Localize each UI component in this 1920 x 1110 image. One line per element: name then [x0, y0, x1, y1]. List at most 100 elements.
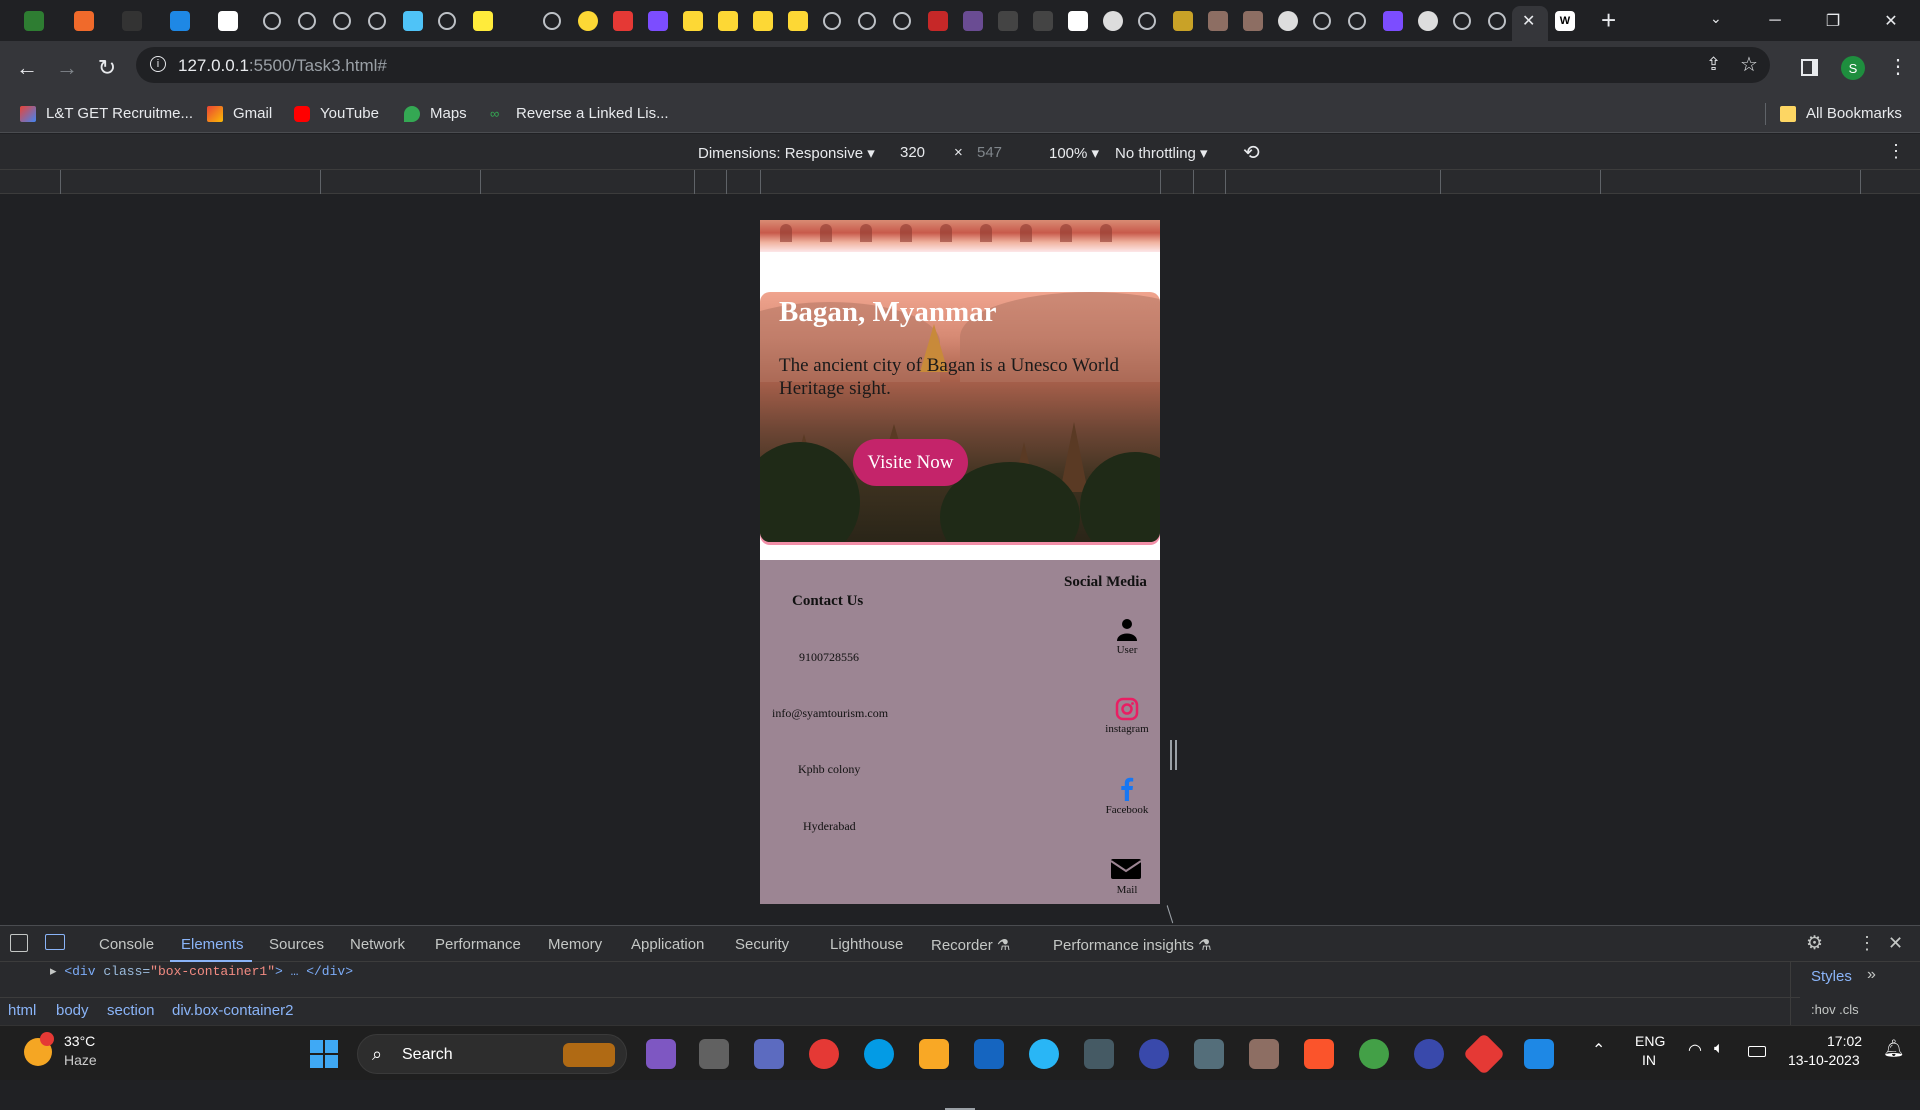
share-icon[interactable]: ⇪ [1706, 54, 1721, 75]
tab-performance-insights[interactable]: Performance insights ⚗ [1053, 936, 1212, 954]
tab-favicon-github[interactable] [1418, 11, 1438, 31]
tab-favicon-smiley[interactable] [578, 11, 598, 31]
tab-favicon-globe[interactable] [368, 12, 386, 30]
tab-favicon-myntra[interactable] [613, 11, 633, 31]
tab-network[interactable]: Network [350, 936, 405, 953]
tab-performance[interactable]: Performance [435, 936, 521, 953]
visit-now-button[interactable]: Visite Now [853, 439, 968, 486]
tab-favicon-globe[interactable] [298, 12, 316, 30]
tab-favicon-b[interactable] [1383, 11, 1403, 31]
side-panel-icon[interactable] [1801, 59, 1818, 76]
tab-favicon-globe[interactable] [333, 12, 351, 30]
tab-favicon-maps[interactable] [403, 11, 423, 31]
vscode-icon[interactable] [1524, 1039, 1554, 1069]
active-tab[interactable]: ✕ [1512, 6, 1548, 41]
tab-favicon-yellow[interactable] [473, 11, 493, 31]
eclipse-icon[interactable] [1139, 1039, 1169, 1069]
tab-favicon-github[interactable] [1278, 11, 1298, 31]
tab-favicon-flipkart[interactable] [718, 11, 738, 31]
tab-recorder[interactable]: Recorder ⚗ [931, 936, 1010, 954]
bookmark-star-icon[interactable]: ☆ [1740, 52, 1758, 77]
file-explorer-icon[interactable] [919, 1039, 949, 1069]
forward-icon[interactable]: → [50, 51, 84, 85]
tab-security[interactable]: Security [735, 936, 789, 953]
rotate-icon[interactable]: ⟲ [1243, 140, 1260, 165]
tab-application[interactable]: Application [631, 936, 704, 953]
devtools-close-icon[interactable]: ✕ [1888, 933, 1903, 954]
tab-favicon-msc[interactable] [998, 11, 1018, 31]
start-button[interactable] [310, 1040, 338, 1068]
tab-favicon-adobe[interactable] [928, 11, 948, 31]
tab-favicon-globe[interactable] [893, 12, 911, 30]
resize-handle-right[interactable] [1170, 740, 1172, 770]
app-icon-blue[interactable] [1194, 1039, 1224, 1069]
edge-icon[interactable] [864, 1039, 894, 1069]
tab-favicon-globe[interactable] [438, 12, 456, 30]
breadcrumb-div[interactable]: div.box-container2 [172, 1002, 293, 1019]
help-icon[interactable] [1029, 1039, 1059, 1069]
show-hidden-icons-chevron[interactable]: ⌃ [1592, 1040, 1605, 1060]
tab-favicon-flipkart[interactable] [788, 11, 808, 31]
tab-favicon-leetcode[interactable] [24, 11, 44, 31]
tab-favicon-flipkart[interactable] [753, 11, 773, 31]
app-icon-copilot[interactable] [646, 1039, 676, 1069]
tab-favicon-dark[interactable] [122, 11, 142, 31]
region-code[interactable]: IN [1642, 1052, 1656, 1068]
tab-favicon-github[interactable] [1103, 11, 1123, 31]
notifications-icon[interactable]: 🔔︎ [1883, 1039, 1905, 1059]
tab-favicon-brown[interactable] [1243, 11, 1263, 31]
tab-favicon-globe[interactable] [1488, 12, 1506, 30]
eclipse-icon[interactable] [1414, 1039, 1444, 1069]
tab-favicon-dl[interactable] [1068, 11, 1088, 31]
back-icon[interactable]: ← [10, 51, 44, 85]
instagram-icon[interactable] [1115, 697, 1139, 721]
clock-time[interactable]: 17:02 [1827, 1033, 1862, 1049]
tab-lighthouse[interactable]: Lighthouse [830, 936, 903, 953]
site-info-icon[interactable]: i [150, 56, 166, 72]
resize-corner-icon[interactable]: ╱ [1161, 906, 1179, 924]
spring-icon[interactable] [1359, 1039, 1389, 1069]
tab-favicon-colorlib[interactable] [963, 11, 983, 31]
app-icon-archive[interactable] [1249, 1039, 1279, 1069]
mail-icon[interactable] [1110, 857, 1142, 881]
device-toggle-icon[interactable] [45, 934, 65, 950]
settings-gear-icon[interactable]: ⚙ [1806, 932, 1823, 955]
tab-favicon-globe[interactable] [823, 12, 841, 30]
minimize-icon[interactable]: ─ [1752, 6, 1798, 36]
more-tabs-icon[interactable]: » [1867, 966, 1876, 984]
new-tab-icon[interactable]: + [1601, 5, 1616, 36]
myhp-icon[interactable] [974, 1039, 1004, 1069]
tab-favicon-ae[interactable] [1173, 11, 1193, 31]
breadcrumb-section[interactable]: section [107, 1002, 155, 1019]
close-window-icon[interactable]: ✕ [1868, 6, 1914, 36]
inspect-element-icon[interactable] [10, 934, 28, 952]
git-icon[interactable] [1462, 1032, 1506, 1076]
tab-favicon-globe[interactable] [263, 12, 281, 30]
facebook-icon[interactable] [1115, 777, 1139, 801]
tab-console[interactable]: Console [99, 936, 154, 953]
tab-favicon-edit[interactable] [74, 11, 94, 31]
tab-favicon-brown[interactable] [1208, 11, 1228, 31]
tab-elements[interactable]: Elements [181, 936, 244, 953]
restore-icon[interactable]: ❐ [1810, 6, 1856, 36]
task-view-icon[interactable] [699, 1039, 729, 1069]
styles-filter[interactable]: :hov .cls [1811, 1002, 1859, 1017]
address-bar[interactable]: i 127.0.0.1:5500/Task3.html# ⇪ ☆ [136, 47, 1770, 83]
device-more-icon[interactable]: ⋮ [1887, 141, 1905, 162]
brave-icon[interactable] [1304, 1039, 1334, 1069]
height-input[interactable]: 547 [977, 144, 1002, 161]
tab-favicon-b[interactable] [648, 11, 668, 31]
all-bookmarks[interactable]: All Bookmarks [1780, 105, 1902, 122]
battery-icon[interactable] [1748, 1046, 1766, 1057]
zoom-select[interactable]: 100% ▾ [1049, 144, 1099, 162]
styles-tab[interactable]: Styles [1811, 968, 1852, 985]
dom-tree-line[interactable]: ▸ <div class="box-container1"> … </div> [50, 964, 353, 979]
bookmark-gmail[interactable]: Gmail [207, 105, 272, 122]
tab-favicon-wikipedia[interactable]: W [1555, 11, 1575, 31]
tab-sources[interactable]: Sources [269, 936, 324, 953]
tab-favicon-globe[interactable] [543, 12, 561, 30]
breadcrumb-html[interactable]: html [8, 1002, 36, 1019]
bookmark-lt[interactable]: L&T GET Recruitme... [20, 105, 193, 122]
tab-favicon-globe[interactable] [1138, 12, 1156, 30]
bookmark-linked-list[interactable]: ∞ Reverse a Linked Lis... [490, 105, 669, 122]
